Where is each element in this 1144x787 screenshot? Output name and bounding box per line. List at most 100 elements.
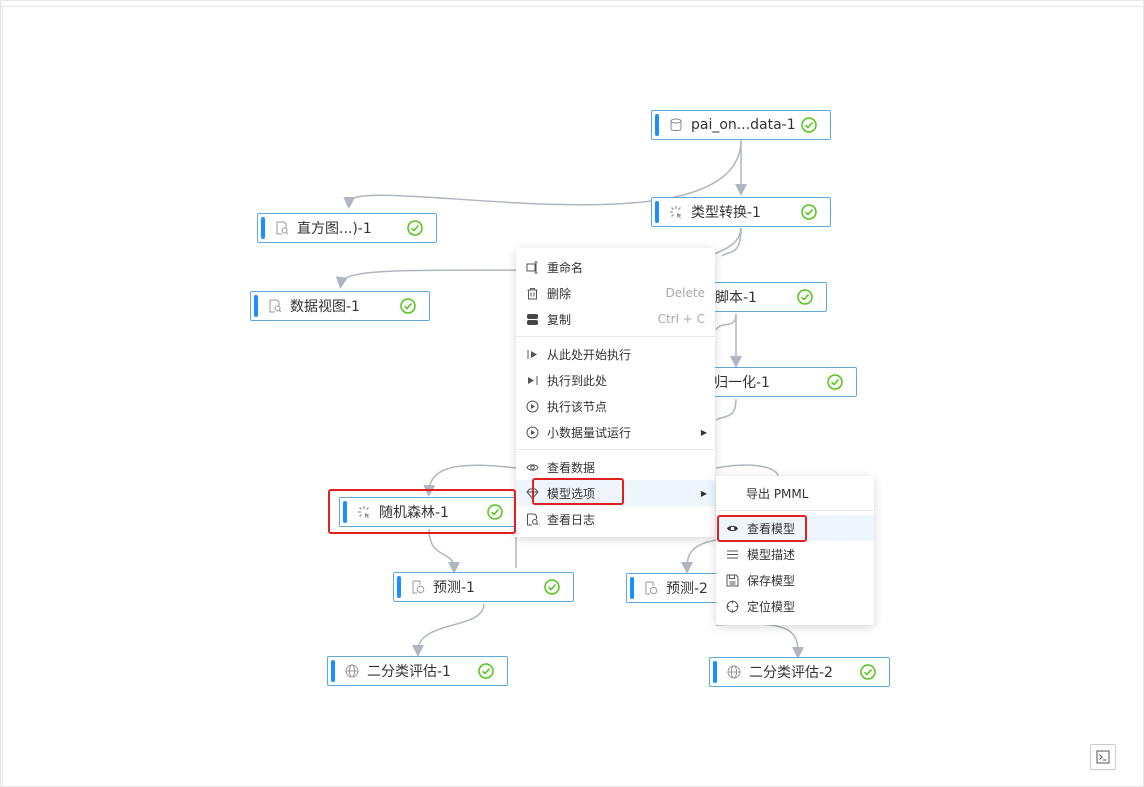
node-label: 脚本-1 — [715, 290, 757, 306]
globe-icon — [344, 663, 360, 679]
copy-icon — [525, 312, 539, 326]
terminal-icon — [1096, 750, 1110, 764]
submenu-item-model-description[interactable]: 模型描述 — [716, 541, 874, 567]
edge-normalize-down — [715, 398, 737, 421]
node-status-bar — [655, 201, 659, 223]
list-icon — [725, 547, 739, 561]
model-options-submenu: 导出 PMML 查看模型 模型描述 保存模型 定位模型 — [716, 476, 874, 625]
node-eval-2[interactable]: 二分类评估-2 — [709, 657, 890, 687]
node-status-bar — [331, 660, 335, 682]
menu-item-label: 查看日志 — [547, 512, 596, 527]
submenu-item-export-pmml[interactable]: 导出 PMML — [716, 480, 874, 506]
menu-item-view-data[interactable]: 查看数据 — [516, 454, 715, 480]
menu-item-label: 定位模型 — [747, 599, 796, 614]
node-eval-1[interactable]: 二分类评估-1 — [327, 656, 508, 686]
shortcut-label: Delete — [665, 286, 705, 300]
menu-item-label: 重命名 — [547, 260, 584, 275]
menu-divider — [716, 510, 874, 511]
node-status-bar — [261, 217, 265, 239]
menu-item-label: 导出 PMML — [746, 486, 809, 501]
shortcut-label: Ctrl + C — [657, 312, 705, 326]
globe-icon — [726, 664, 742, 680]
success-check-icon — [797, 289, 813, 305]
edge-to-predict2-top — [715, 464, 779, 477]
highlight-random-forest — [328, 489, 516, 534]
node-label: 预测-1 — [433, 580, 475, 596]
submenu-item-locate-model[interactable]: 定位模型 — [716, 593, 874, 619]
node-data-view[interactable]: 数据视图-1 — [250, 291, 430, 321]
edge-rf-to-predict1 — [428, 528, 460, 574]
success-check-icon — [478, 663, 494, 679]
menu-item-label: 删除 — [547, 286, 572, 301]
node-label: 数据视图-1 — [290, 299, 360, 315]
menu-item-run-node[interactable]: 执行该节点 — [516, 393, 715, 419]
highlight-model-options — [532, 478, 624, 505]
menu-item-label: 保存模型 — [747, 573, 796, 588]
success-check-icon — [827, 374, 843, 390]
node-status-bar — [713, 661, 717, 683]
predict-icon — [643, 580, 659, 596]
log-search-icon — [525, 512, 539, 526]
submenu-arrow-icon: ▶ — [700, 427, 707, 437]
menu-item-label: 执行到此处 — [547, 373, 608, 388]
node-label: pai_on...data-1 — [691, 117, 796, 133]
menu-item-view-log[interactable]: 查看日志 — [516, 506, 715, 532]
play-circle-icon — [525, 399, 539, 413]
trash-icon — [525, 286, 539, 300]
save-icon — [725, 573, 739, 587]
success-check-icon — [801, 117, 817, 133]
success-check-icon — [801, 204, 817, 220]
edge-to-rf — [423, 464, 517, 497]
menu-item-small-data-run[interactable]: 小数据量试运行 ▶ — [516, 419, 715, 445]
node-label: 预测-2 — [666, 581, 708, 597]
highlight-view-model — [717, 515, 807, 542]
submenu-item-save-model[interactable]: 保存模型 — [716, 567, 874, 593]
edge-predict1-to-eval1 — [412, 603, 485, 657]
node-type-convert[interactable]: 类型转换-1 — [651, 197, 831, 227]
report-search-icon — [274, 220, 290, 236]
success-check-icon — [860, 664, 876, 680]
play-circle-icon — [525, 425, 539, 439]
terminal-button[interactable] — [1090, 744, 1116, 770]
menu-item-label: 模型描述 — [747, 547, 796, 562]
submenu-arrow-icon: ▶ — [700, 488, 707, 498]
node-label: 直方图...)-1 — [297, 221, 372, 237]
node-status-bar — [254, 295, 258, 317]
node-label: 类型转换-1 — [691, 205, 761, 221]
success-check-icon — [544, 579, 560, 595]
menu-divider — [516, 449, 715, 450]
run-from-icon — [525, 347, 539, 361]
node-status-bar — [655, 114, 659, 136]
edge-predict2-to-eval2 — [715, 622, 804, 659]
edge-script-down — [715, 313, 737, 331]
menu-item-run-to-here[interactable]: 执行到此处 — [516, 367, 715, 393]
node-status-bar — [630, 577, 634, 599]
menu-item-label: 执行该节点 — [547, 399, 608, 414]
menu-item-delete[interactable]: 删除 Delete — [516, 280, 715, 306]
success-check-icon — [400, 298, 416, 314]
menu-item-label: 复制 — [547, 312, 572, 327]
rename-icon — [525, 260, 539, 274]
edge-data-to-histogram — [343, 139, 742, 209]
menu-divider — [516, 336, 715, 337]
menu-item-label: 查看数据 — [547, 460, 596, 475]
node-histogram[interactable]: 直方图...)-1 — [257, 213, 437, 243]
node-predict-2[interactable]: 预测-2 — [626, 573, 718, 603]
predict-icon — [410, 579, 426, 595]
database-icon — [668, 117, 684, 133]
menu-item-run-from-here[interactable]: 从此处开始执行 — [516, 341, 715, 367]
node-predict-1[interactable]: 预测-1 — [393, 572, 574, 602]
menu-item-copy[interactable]: 复制 Ctrl + C — [516, 306, 715, 332]
edge-convert-to-script — [721, 227, 742, 257]
menu-item-rename[interactable]: 重命名 — [516, 254, 715, 280]
node-label: 归一化-1 — [714, 375, 770, 391]
crosshair-icon — [725, 599, 739, 613]
node-label: 二分类评估-1 — [367, 664, 451, 680]
menu-item-label: 小数据量试运行 — [547, 425, 632, 440]
edge-to-predict2 — [681, 539, 717, 574]
success-check-icon — [407, 220, 423, 236]
node-pai-data[interactable]: pai_on...data-1 — [651, 110, 831, 140]
node-label: 二分类评估-2 — [749, 665, 833, 681]
node-status-bar — [397, 576, 401, 598]
menu-item-label: 从此处开始执行 — [547, 347, 632, 362]
